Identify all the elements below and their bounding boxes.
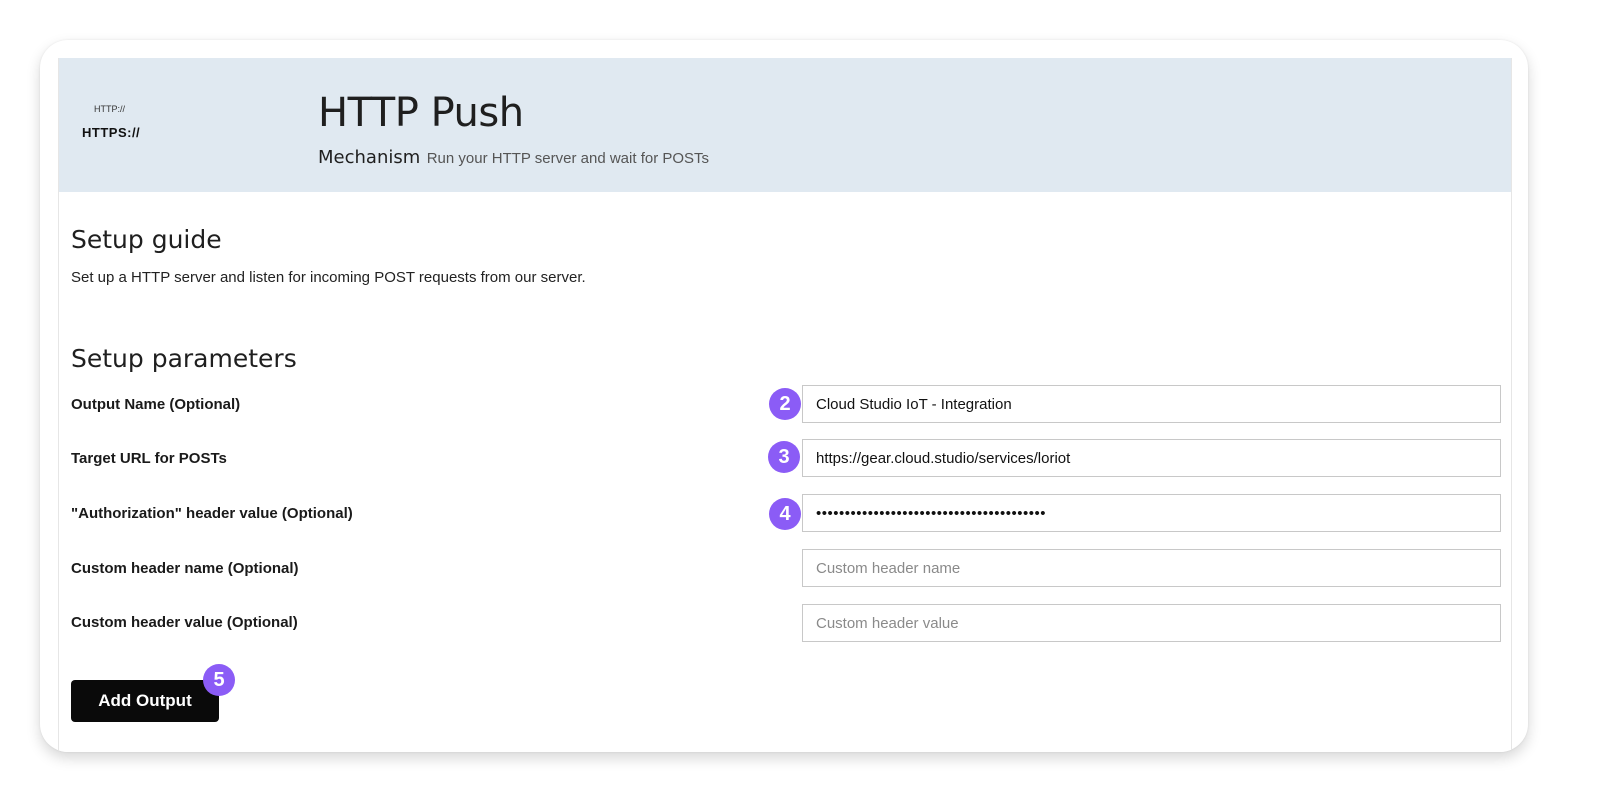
logo-http-text: HTTP://	[94, 104, 125, 114]
integration-header: HTTP:// HTTPS:// HTTP Push Mechanism Run…	[59, 58, 1511, 192]
add-output-button[interactable]: Add Output	[71, 680, 219, 722]
step-badge-3: 3	[768, 441, 800, 473]
output-name-label: Output Name (Optional)	[71, 396, 241, 413]
setup-guide-text: Set up a HTTP server and listen for inco…	[71, 269, 586, 286]
mechanism-label: Mechanism	[318, 147, 421, 168]
step-badge-2: 2	[769, 388, 801, 420]
custom-header-name-label: Custom header name (Optional)	[71, 560, 299, 577]
custom-header-value-input[interactable]	[802, 604, 1501, 642]
card-frame: HTTP:// HTTPS:// HTTP Push Mechanism Run…	[40, 40, 1528, 752]
custom-header-name-input[interactable]	[802, 549, 1501, 587]
custom-header-value-label: Custom header value (Optional)	[71, 614, 298, 631]
setup-guide-title: Setup guide	[71, 225, 222, 254]
logo-https-text: HTTPS://	[82, 125, 141, 140]
step-badge-4: 4	[769, 498, 801, 530]
output-setup-panel: HTTP:// HTTPS:// HTTP Push Mechanism Run…	[58, 58, 1512, 752]
target-url-input[interactable]	[802, 439, 1501, 477]
mechanism-description: Run your HTTP server and wait for POSTs	[426, 150, 710, 167]
output-name-input[interactable]	[802, 385, 1501, 423]
step-badge-5: 5	[203, 664, 235, 696]
authorization-input[interactable]	[802, 494, 1501, 532]
target-url-label: Target URL for POSTs	[71, 450, 227, 467]
page-title: HTTP Push	[318, 90, 524, 136]
authorization-label: "Authorization" header value (Optional)	[71, 505, 353, 522]
setup-parameters-title: Setup parameters	[71, 344, 297, 373]
mechanism-line: Mechanism Run your HTTP server and wait …	[318, 147, 709, 168]
